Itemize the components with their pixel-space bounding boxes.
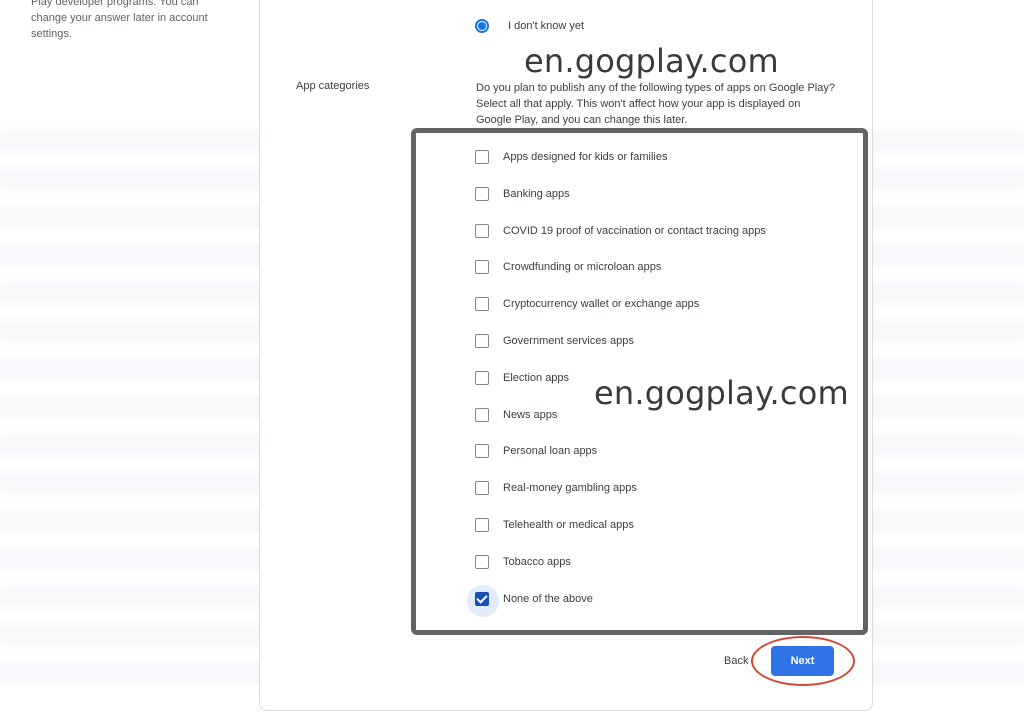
intro-help-text: Play developer programs. You can change … [31, 0, 208, 40]
watermark: en.gogplay.com [594, 374, 849, 412]
category-checkbox[interactable] [475, 297, 489, 312]
category-label: Election apps [503, 371, 570, 384]
category-checkbox[interactable] [475, 150, 489, 164]
category-checkbox[interactable] [475, 334, 489, 348]
category-checkbox[interactable] [475, 407, 489, 422]
app-categories-label: App categories [296, 80, 370, 92]
category-item[interactable]: Apps designed for kids or families [475, 148, 835, 166]
category-label: None of the above [503, 592, 593, 605]
category-checkbox[interactable] [475, 260, 489, 275]
category-item[interactable]: Cryptocurrency wallet or exchange apps [475, 295, 835, 313]
category-label: COVID 19 proof of vaccination or contact… [503, 224, 766, 237]
category-label: News apps [503, 408, 558, 421]
next-button[interactable]: Next [771, 646, 834, 676]
category-item[interactable]: Personal loan apps [475, 442, 835, 460]
back-button[interactable]: Back [720, 653, 752, 669]
category-label: Real-money gambling apps [503, 482, 637, 495]
radio-button[interactable] [475, 19, 489, 33]
watermark: en.gogplay.com [524, 42, 779, 80]
category-item[interactable]: COVID 19 proof of vaccination or contact… [475, 222, 835, 240]
category-checkbox[interactable] [475, 481, 489, 496]
category-checkbox[interactable] [475, 223, 489, 238]
category-checkbox[interactable] [475, 370, 489, 385]
category-label: Banking apps [503, 187, 570, 200]
category-label: Tobacco apps [503, 555, 571, 568]
category-item[interactable]: Government services apps [475, 332, 835, 350]
category-checkbox[interactable] [475, 554, 489, 569]
category-item[interactable]: Crowdfunding or microloan apps [475, 258, 835, 276]
category-label: Apps designed for kids or families [503, 151, 668, 163]
category-label: Government services apps [503, 335, 634, 347]
category-item[interactable]: Banking apps [475, 185, 835, 203]
radio-label: I don't know yet [508, 20, 585, 32]
category-label: Personal loan apps [503, 445, 598, 458]
category-label: Telehealth or medical apps [503, 519, 634, 531]
category-checkbox[interactable] [475, 186, 489, 201]
category-checkbox[interactable] [475, 444, 489, 459]
category-label: Crowdfunding or microloan apps [503, 261, 662, 274]
category-label: Cryptocurrency wallet or exchange apps [503, 298, 700, 311]
category-item[interactable]: Telehealth or medical apps [475, 516, 835, 534]
app-categories-description: Do you plan to publish any of the follow… [476, 82, 835, 126]
category-checkbox[interactable] [475, 591, 489, 606]
radio-option-dont-know[interactable]: I don't know yet [475, 19, 584, 33]
category-item[interactable]: Real-money gambling apps [475, 479, 835, 497]
category-checkbox[interactable] [475, 518, 489, 532]
category-item[interactable]: Tobacco apps [475, 553, 835, 571]
category-item[interactable]: None of the above [467, 584, 835, 617]
